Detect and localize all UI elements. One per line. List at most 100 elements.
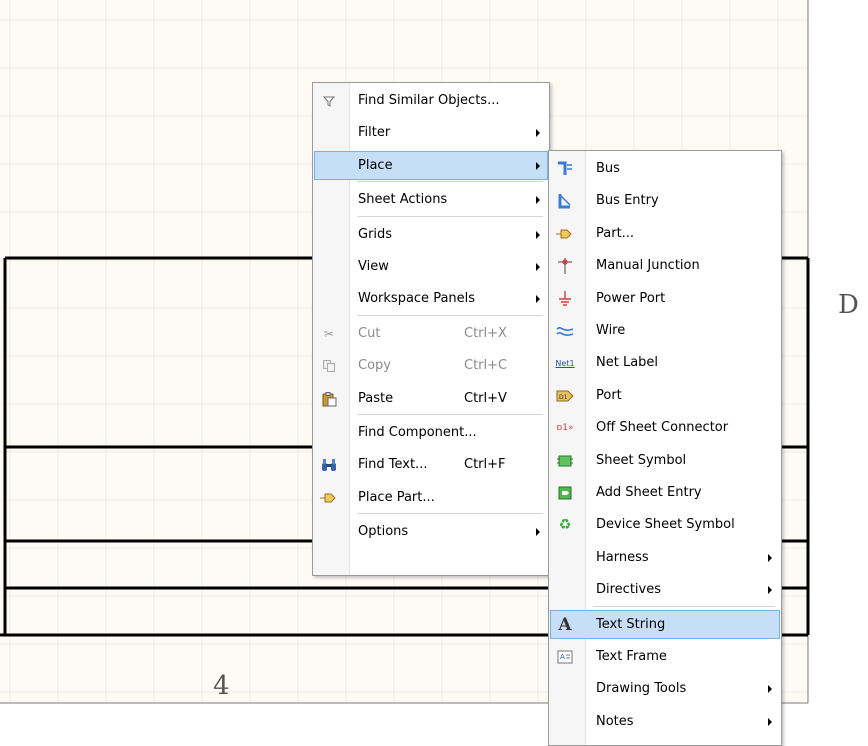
place-submenu-item-bus[interactable]: Bus bbox=[550, 154, 780, 183]
menu-separator bbox=[593, 605, 775, 607]
context-menu-item-cut[interactable]: ✂ Cut Ctrl+X bbox=[314, 319, 548, 348]
context-menu-item-find-text[interactable]: Find Text... Ctrl+F bbox=[314, 450, 548, 479]
junction-icon bbox=[552, 253, 578, 279]
empty-icon-slot bbox=[316, 519, 342, 545]
scissors-icon: ✂ bbox=[323, 326, 335, 341]
menu-item-label: Off Sheet Connector bbox=[596, 420, 729, 436]
filter-funnel-icon bbox=[316, 88, 342, 114]
menu-item-label: Options bbox=[358, 524, 409, 540]
submenu-arrow-icon bbox=[536, 263, 540, 271]
place-submenu-item-power-port[interactable]: Power Port bbox=[550, 284, 780, 313]
context-menu-item-workspace-panels[interactable]: Workspace Panels bbox=[314, 284, 548, 313]
empty-icon-slot bbox=[552, 676, 578, 702]
menu-item-label: Text String bbox=[596, 616, 666, 632]
menu-separator bbox=[357, 414, 543, 415]
part-icon bbox=[316, 485, 342, 511]
context-menu-item-paste[interactable]: Paste Ctrl+V bbox=[314, 384, 548, 413]
sheet-symbol-icon bbox=[552, 448, 578, 474]
menu-item-label: Grids bbox=[358, 226, 393, 242]
off-sheet-connector-icon: ɒ1» bbox=[556, 423, 574, 434]
submenu-arrow-icon bbox=[536, 528, 540, 537]
empty-icon-slot bbox=[316, 286, 342, 312]
empty-icon-slot bbox=[316, 420, 342, 446]
place-submenu-item-sheet-symbol[interactable]: Sheet Symbol bbox=[550, 446, 780, 475]
menu-item-label: Part... bbox=[596, 225, 635, 241]
context-menu-item-grids[interactable]: Grids bbox=[314, 220, 548, 249]
menu-separator bbox=[357, 215, 543, 217]
context-menu-item-view[interactable]: View bbox=[314, 252, 548, 281]
bus-icon bbox=[552, 156, 578, 182]
context-menu-item-copy[interactable]: Copy Ctrl+C bbox=[314, 351, 548, 380]
menu-item-label: Drawing Tools bbox=[596, 681, 687, 697]
menu-item-shortcut: Ctrl+F bbox=[464, 457, 506, 473]
submenu-arrow-icon bbox=[536, 295, 540, 304]
menu-item-label: Net Label bbox=[596, 355, 659, 371]
context-menu-item-find-component[interactable]: Find Component... bbox=[314, 418, 548, 447]
menu-item-label: Paste bbox=[358, 390, 394, 406]
empty-icon-slot bbox=[552, 545, 578, 571]
context-menu-item-options[interactable]: Options bbox=[314, 517, 548, 546]
part-icon bbox=[552, 221, 578, 247]
menu-item-label: Filter bbox=[358, 125, 391, 141]
empty-icon-slot bbox=[552, 709, 578, 735]
place-submenu-item-wire[interactable]: Wire bbox=[550, 316, 780, 345]
place-submenu-item-bus-entry[interactable]: Bus Entry bbox=[550, 186, 780, 215]
power-port-icon bbox=[552, 286, 578, 312]
menu-item-label: Copy bbox=[358, 358, 391, 374]
menu-item-label: Device Sheet Symbol bbox=[596, 517, 735, 533]
submenu-arrow-icon bbox=[768, 553, 772, 562]
menu-separator bbox=[357, 314, 543, 316]
svg-text:D1: D1 bbox=[559, 394, 568, 401]
menu-item-label: Manual Junction bbox=[596, 258, 700, 274]
place-submenu-item-text-string[interactable]: A Text String bbox=[550, 609, 780, 639]
place-submenu-item-directives[interactable]: Directives bbox=[550, 575, 780, 604]
submenu-arrow-icon bbox=[536, 161, 540, 170]
place-submenu-item-port[interactable]: D1 Port bbox=[550, 381, 780, 410]
context-menu-item-sheet-actions[interactable]: Sheet Actions bbox=[314, 185, 548, 214]
menu-item-label: Add Sheet Entry bbox=[596, 485, 702, 500]
empty-icon-slot bbox=[316, 187, 342, 213]
place-submenu-item-add-sheet-entry[interactable]: Add Sheet Entry bbox=[550, 478, 780, 507]
menu-item-label: Cut bbox=[358, 325, 381, 341]
menu-item-label: Find Similar Objects... bbox=[358, 93, 500, 108]
text-frame-icon: A bbox=[552, 644, 578, 670]
menu-item-label: Place Part... bbox=[358, 489, 435, 505]
context-menu: Find Similar Objects... Filter Place Sheet … bbox=[312, 82, 550, 576]
place-submenu-item-drawing-tools[interactable]: Drawing Tools bbox=[550, 674, 780, 703]
context-menu-item-place-part[interactable]: Place Part... bbox=[314, 483, 548, 512]
place-submenu-item-off-sheet-connector[interactable]: ɒ1» Off Sheet Connector bbox=[550, 413, 780, 442]
context-menu-item-find-similar-objects[interactable]: Find Similar Objects... bbox=[314, 86, 548, 115]
zone-row-label: D bbox=[838, 290, 859, 320]
place-submenu-item-device-sheet-symbol[interactable]: ♻ Device Sheet Symbol bbox=[550, 510, 780, 539]
copy-icon bbox=[316, 353, 342, 379]
context-menu-item-filter[interactable]: Filter bbox=[314, 118, 548, 147]
context-menu-item-place[interactable]: Place bbox=[314, 150, 548, 180]
menu-item-label: Bus bbox=[596, 161, 620, 176]
place-submenu-item-notes[interactable]: Notes bbox=[550, 707, 780, 736]
place-submenu-item-net-label[interactable]: Net1 Net Label bbox=[550, 348, 780, 377]
place-submenu-item-manual-junction[interactable]: Manual Junction bbox=[550, 251, 780, 280]
zone-col-label: 4 bbox=[213, 671, 230, 701]
place-submenu-item-part[interactable]: Part... bbox=[550, 219, 780, 248]
place-submenu-item-harness[interactable]: Harness bbox=[550, 543, 780, 572]
empty-icon-slot bbox=[316, 222, 342, 248]
binoculars-icon bbox=[316, 452, 342, 478]
menu-item-label: View bbox=[358, 259, 389, 274]
device-sheet-symbol-icon: ♻ bbox=[558, 517, 572, 534]
menu-item-label: Directives bbox=[596, 582, 661, 598]
empty-icon-slot bbox=[552, 577, 578, 603]
menu-separator bbox=[357, 181, 543, 183]
bus-entry-icon bbox=[552, 188, 578, 214]
menu-item-shortcut: Ctrl+X bbox=[464, 325, 507, 341]
menu-item-label: Bus Entry bbox=[596, 193, 659, 209]
wire-icon bbox=[552, 318, 578, 344]
menu-item-label: Find Component... bbox=[358, 425, 477, 440]
submenu-arrow-icon bbox=[768, 586, 772, 595]
menu-item-label: Power Port bbox=[596, 290, 666, 306]
menu-item-label: Wire bbox=[596, 323, 626, 338]
net-label-icon: Net1 bbox=[555, 358, 575, 368]
menu-item-label: Find Text... bbox=[358, 457, 428, 473]
place-submenu-item-text-frame[interactable]: A Text Frame bbox=[550, 642, 780, 671]
paste-icon bbox=[316, 386, 342, 412]
submenu-arrow-icon bbox=[536, 129, 540, 138]
